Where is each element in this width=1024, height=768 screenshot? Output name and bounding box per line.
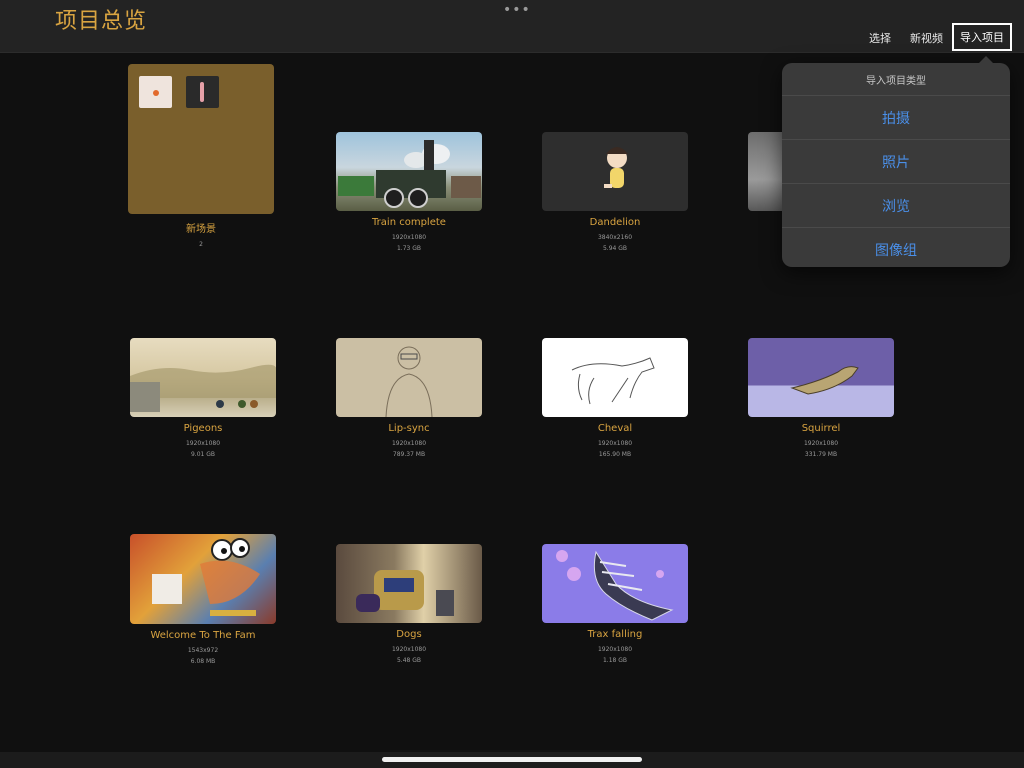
project-meta: 1920x1080 165.90 MB [542,438,688,460]
project-meta: 1920x1080 1.18 GB [542,644,688,666]
project-thumbnail [128,64,274,214]
project-name: Cheval [597,423,633,434]
project-size: 1.18 GB [602,657,628,664]
project-card[interactable]: Cheval 1920x1080 165.90 MB [542,338,688,460]
project-thumbnail [130,338,276,417]
project-size: 6.08 MB [190,658,216,665]
project-meta: 1920x1080 5.48 GB [336,644,482,666]
project-name: Squirrel [801,423,841,434]
project-card[interactable]: Train complete 1920x1080 1.73 GB [336,132,482,254]
project-card-partial[interactable] [748,132,782,211]
project-meta: 2 [199,241,203,248]
project-thumbnail [542,338,688,417]
project-resolution: 1920x1080 [597,440,633,447]
project-name: Trax falling [587,629,643,640]
project-resolution: 1543x972 [187,647,219,654]
project-meta: 1920x1080 1.73 GB [336,232,482,254]
project-resolution: 1920x1080 [597,646,633,653]
project-thumbnail [336,338,482,417]
scene-frame-thumbnail [186,76,219,108]
project-card[interactable]: Squirrel 1920x1080 331.79 MB [748,338,894,460]
project-card[interactable]: Lip-sync 1920x1080 789.37 MB [336,338,482,460]
project-size: 5.48 GB [396,657,422,664]
project-thumbnail [542,544,688,623]
project-card[interactable]: Trax falling 1920x1080 1.18 GB [542,544,688,666]
home-indicator[interactable] [382,757,642,762]
project-name: Dandelion [589,217,641,228]
project-name: Lip-sync [388,423,430,434]
project-meta: 1543x972 6.08 MB [130,645,276,667]
project-thumbnail [336,132,482,211]
popover-item-photos[interactable]: 照片 [782,140,1010,184]
popover-item-image-sequence[interactable]: 图像组 [782,228,1010,271]
project-name: Train complete [372,217,446,228]
project-thumbnail [542,132,688,211]
project-thumbnail [336,544,482,623]
project-resolution: 1920x1080 [185,440,221,447]
page-title: 项目总览 [55,9,148,34]
import-type-popover: 导入项目类型 拍摄 照片 浏览 图像组 [782,56,1010,267]
project-size: 5.94 GB [602,245,628,252]
project-name: Dogs [396,629,422,640]
project-size: 1.73 GB [396,245,422,252]
project-card[interactable]: Pigeons 1920x1080 9.01 GB [130,338,276,460]
import-project-button[interactable]: 导入项目 [952,23,1012,51]
project-resolution: 1920x1080 [391,234,427,241]
project-name: 新场景 [186,224,216,235]
project-card[interactable]: Dogs 1920x1080 5.48 GB [336,544,482,666]
project-thumbnail [130,534,276,624]
popover-item-capture[interactable]: 拍摄 [782,96,1010,140]
new-video-button[interactable]: 新视频 [910,30,943,46]
project-card[interactable]: Dandelion 3840x2160 5.94 GB [542,132,688,254]
project-size: 789.37 MB [392,451,426,458]
project-resolution: 1920x1080 [803,440,839,447]
project-thumbnail [748,338,894,417]
top-bar: 项目总览 ••• 选择 新视频 导入项目 [0,0,1024,53]
select-button[interactable]: 选择 [869,30,891,46]
project-meta: 1920x1080 331.79 MB [748,438,894,460]
project-resolution: 3840x2160 [597,234,633,241]
popover-item-browse[interactable]: 浏览 [782,184,1010,228]
project-resolution: 1920x1080 [391,646,427,653]
project-meta: 3840x2160 5.94 GB [542,232,688,254]
project-size: 165.90 MB [598,451,632,458]
project-resolution: 1920x1080 [391,440,427,447]
project-name: Pigeons [183,423,223,434]
scene-frame-thumbnail [139,76,172,108]
project-meta: 1920x1080 789.37 MB [336,438,482,460]
more-dots-icon[interactable]: ••• [503,2,531,18]
project-name: Welcome To The Fam [150,630,256,641]
project-card[interactable]: Welcome To The Fam 1543x972 6.08 MB [130,534,276,667]
project-thumbnail [748,132,782,211]
project-meta: 1920x1080 9.01 GB [130,438,276,460]
project-card[interactable]: 新场景 2 [128,64,274,250]
project-size: 331.79 MB [804,451,838,458]
popover-title: 导入项目类型 [782,63,1010,96]
project-size: 9.01 GB [190,451,216,458]
